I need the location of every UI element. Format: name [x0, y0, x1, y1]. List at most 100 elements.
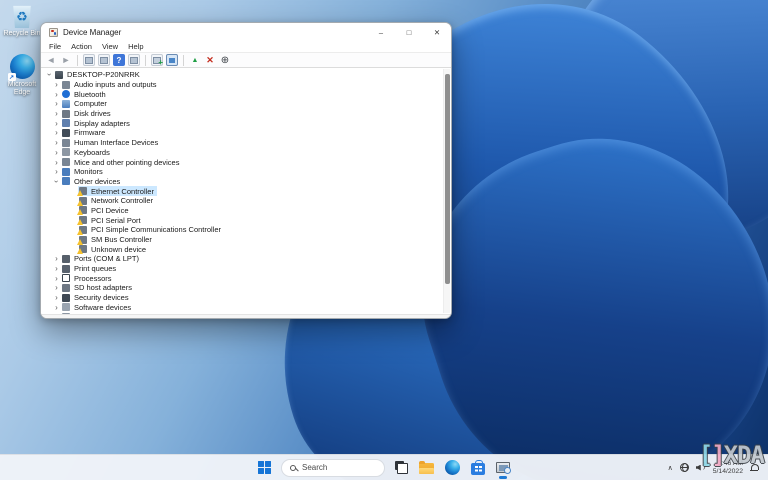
chevron-down-icon[interactable]: › — [45, 70, 54, 79]
chevron-right-icon[interactable]: › — [52, 148, 61, 157]
enable-device-button[interactable] — [189, 54, 201, 66]
desktop-icon-recycle-bin[interactable]: ♻ Recycle Bin — [0, 4, 44, 38]
chevron-right-icon[interactable]: › — [52, 158, 61, 167]
tree-item-label: PCI Device — [91, 206, 129, 215]
chevron-right-icon[interactable]: › — [52, 99, 61, 108]
tree-item-label: PCI Simple Communications Controller — [91, 225, 221, 234]
desktop-icon-microsoft-edge[interactable]: ↗ Microsoft Edge — [0, 54, 44, 97]
chevron-right-icon[interactable]: › — [52, 313, 61, 314]
tree-item[interactable]: PCI Serial Port — [41, 215, 441, 225]
tree-item[interactable]: ›Print queues — [41, 264, 441, 274]
tree-item[interactable]: ›Security devices — [41, 293, 441, 303]
file-explorer-button[interactable] — [418, 455, 435, 480]
properties-button[interactable] — [98, 54, 110, 66]
tree-item[interactable]: ›Computer — [41, 99, 441, 109]
uninstall-device-button[interactable] — [204, 54, 216, 66]
hidden-icons-chevron[interactable]: ∧ — [668, 464, 673, 472]
tree-item[interactable]: SM Bus Controller — [41, 235, 441, 245]
taskbar: Search ∧ 3:46 AM — [0, 454, 768, 480]
task-view-button[interactable] — [394, 455, 409, 480]
toolbar-separator — [183, 55, 184, 66]
back-button[interactable] — [45, 54, 57, 66]
tree-item[interactable]: › Monitors — [41, 167, 441, 177]
chevron-right-icon[interactable]: › — [52, 293, 61, 302]
tree-item[interactable]: ›Processors — [41, 273, 441, 283]
scrollbar-thumb[interactable] — [445, 74, 450, 284]
chevron-right-icon[interactable]: › — [52, 119, 61, 128]
close-button[interactable]: ✕ — [423, 23, 451, 41]
chevron-down-icon[interactable]: › — [52, 177, 61, 186]
keyboard-icon — [62, 148, 70, 156]
forward-button[interactable] — [60, 54, 72, 66]
tree-item-label: DESKTOP-P20NRRK — [67, 70, 140, 79]
tree-item-label: Software devices — [74, 303, 131, 312]
chevron-right-icon[interactable]: › — [52, 128, 61, 137]
search-icon — [290, 465, 296, 471]
tree-item[interactable]: ›Mice and other pointing devices — [41, 157, 441, 167]
tree-item[interactable]: ›SD host adapters — [41, 283, 441, 293]
tree-item[interactable]: ›Other devices — [41, 177, 441, 187]
processor-icon — [62, 274, 70, 282]
tree-item[interactable]: › Sound, video and game controllers — [41, 312, 441, 314]
menu-view[interactable]: View — [97, 42, 123, 51]
window-titlebar[interactable]: Device Manager – □ ✕ — [41, 23, 451, 41]
tree-item[interactable]: PCI Simple Communications Controller — [41, 225, 441, 235]
menu-help[interactable]: Help — [123, 42, 148, 51]
search-box[interactable]: Search — [281, 459, 385, 477]
chevron-right-icon[interactable]: › — [52, 138, 61, 147]
xda-watermark: []XDA — [699, 443, 764, 467]
tree-item[interactable]: ›Firmware — [41, 128, 441, 138]
chevron-right-icon[interactable]: › — [52, 167, 61, 176]
edge-button[interactable] — [444, 455, 461, 480]
device-manager-icon — [496, 462, 510, 473]
task-view-icon — [395, 461, 408, 474]
warning-icon — [79, 245, 87, 253]
tree-item[interactable]: ›Human Interface Devices — [41, 138, 441, 148]
maximize-button[interactable]: □ — [395, 23, 423, 41]
tree-item-label: Unknown device — [91, 245, 146, 254]
window-title: Device Manager — [63, 28, 121, 37]
scan-hardware-changes-button[interactable] — [166, 54, 178, 66]
chevron-right-icon[interactable]: › — [52, 303, 61, 312]
edge-icon — [445, 460, 460, 475]
tree-item-label: Ports (COM & LPT) — [74, 254, 139, 263]
help-button[interactable] — [113, 54, 125, 66]
tree-item[interactable]: Ethernet Controller — [41, 186, 441, 196]
window-bottom-strip — [41, 314, 451, 318]
network-icon[interactable] — [680, 463, 689, 472]
microsoft-store-button[interactable] — [470, 455, 486, 480]
start-button[interactable] — [257, 455, 272, 480]
chevron-right-icon[interactable]: › — [52, 274, 61, 283]
tree-item[interactable]: ›Bluetooth — [41, 89, 441, 99]
show-console-tree-button[interactable] — [83, 54, 95, 66]
tree-item[interactable]: › DESKTOP-P20NRRK — [41, 70, 441, 80]
tree-item[interactable]: Unknown device — [41, 244, 441, 254]
tree-item[interactable]: ›Keyboards — [41, 148, 441, 158]
menu-action[interactable]: Action — [66, 42, 97, 51]
toolbar — [41, 52, 451, 68]
chevron-right-icon[interactable]: › — [52, 254, 61, 263]
file-explorer-icon — [419, 463, 434, 474]
vertical-scrollbar[interactable] — [443, 69, 450, 313]
menu-file[interactable]: File — [44, 42, 66, 51]
warning-icon — [79, 236, 87, 244]
disable-device-button[interactable] — [219, 54, 231, 66]
tree-item-label: Sound, video and game controllers — [74, 313, 190, 314]
tree-item-label: Monitors — [74, 167, 103, 176]
export-list-button[interactable] — [128, 54, 140, 66]
chevron-right-icon[interactable]: › — [52, 80, 61, 89]
tree-item[interactable]: ›Disk drives — [41, 109, 441, 119]
chevron-right-icon[interactable]: › — [52, 90, 61, 99]
tree-item[interactable]: Network Controller — [41, 196, 441, 206]
tree-item[interactable]: › Ports (COM & LPT) — [41, 254, 441, 264]
minimize-button[interactable]: – — [367, 23, 395, 41]
chevron-right-icon[interactable]: › — [52, 283, 61, 292]
chevron-right-icon[interactable]: › — [52, 264, 61, 273]
tree-item[interactable]: PCI Device — [41, 206, 441, 216]
tree-item[interactable]: ›Display adapters — [41, 118, 441, 128]
update-driver-button[interactable] — [151, 54, 163, 66]
device-manager-taskbar-button[interactable] — [495, 455, 511, 480]
chevron-right-icon[interactable]: › — [52, 109, 61, 118]
tree-item[interactable]: › Software devices — [41, 303, 441, 313]
tree-item[interactable]: ›Audio inputs and outputs — [41, 80, 441, 90]
